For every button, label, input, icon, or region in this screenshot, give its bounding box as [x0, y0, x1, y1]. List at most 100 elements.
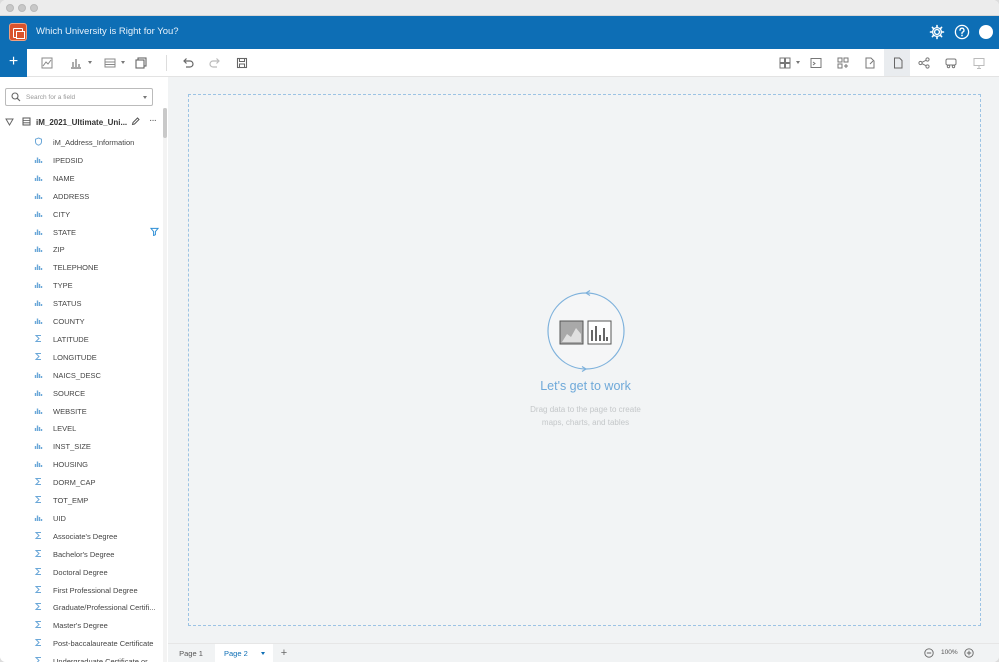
field-item[interactable]: LATITUDE	[0, 330, 163, 348]
field-item[interactable]: Bachelor's Degree	[0, 545, 163, 563]
field-label: Doctoral Degree	[53, 567, 108, 577]
expand-triangle-icon[interactable]	[5, 118, 14, 126]
field-item[interactable]: STATUS	[0, 294, 163, 312]
field-label: TELEPHONE	[53, 263, 99, 273]
field-item[interactable]: TELEPHONE	[0, 258, 163, 276]
console-icon[interactable]	[809, 56, 823, 70]
dataset-header[interactable]: iM_2021_Ultimate_Uni... ···	[0, 114, 163, 130]
zoom-in-icon[interactable]	[964, 648, 974, 658]
location-icon	[34, 137, 43, 146]
field-label: ADDRESS	[53, 191, 90, 201]
widgets-icon[interactable]	[836, 56, 850, 70]
string-icon	[34, 191, 43, 200]
field-item[interactable]: Graduate/Professional Certifi...	[0, 598, 163, 616]
field-label: Bachelor's Degree	[53, 549, 115, 559]
insights-logo-icon	[9, 23, 27, 41]
edit-pencil-icon[interactable]	[131, 117, 140, 126]
user-avatar[interactable]	[978, 24, 994, 40]
table-dropdown-caret-icon[interactable]	[121, 61, 125, 64]
field-item[interactable]: INST_SIZE	[0, 437, 163, 455]
field-item[interactable]: LEVEL	[0, 419, 163, 437]
window-close-button[interactable]	[6, 4, 14, 12]
field-item[interactable]: TYPE	[0, 276, 163, 294]
page-2-menu-caret-icon[interactable]	[261, 652, 265, 655]
field-label: CITY	[53, 209, 71, 219]
field-item[interactable]: LONGITUDE	[0, 348, 163, 366]
field-label: TOT_EMP	[53, 496, 89, 505]
field-label: IPEDSID	[53, 155, 84, 165]
redo-icon[interactable]	[208, 56, 222, 70]
field-item[interactable]: ADDRESS	[0, 187, 163, 205]
field-label: ZIP	[53, 245, 65, 255]
page-view-icon[interactable]	[891, 56, 905, 70]
undo-icon[interactable]	[181, 56, 195, 70]
scrollbar-thumb[interactable]	[163, 108, 167, 138]
create-chart-icon[interactable]	[69, 56, 83, 70]
field-item[interactable]: Doctoral Degree	[0, 563, 163, 581]
string-icon	[34, 298, 43, 307]
dataset-name: iM_2021_Ultimate_Uni...	[36, 118, 128, 127]
create-table-icon[interactable]	[103, 56, 117, 70]
field-item[interactable]: DORM_CAP	[0, 473, 163, 491]
number-icon	[34, 352, 43, 361]
field-item[interactable]: Master's Degree	[0, 616, 163, 634]
tab-page-2[interactable]: Page 2	[215, 644, 273, 662]
field-item[interactable]: SOURCE	[0, 384, 163, 402]
app-window: Which University is Right for You? + Sea…	[0, 0, 999, 662]
window-titlebar	[0, 0, 999, 16]
number-icon	[34, 549, 43, 558]
field-item[interactable]: WEBSITE	[0, 402, 163, 420]
field-item[interactable]: UID	[0, 509, 163, 527]
field-item[interactable]: First Professional Degree	[0, 581, 163, 599]
field-search-input[interactable]: Search for a field	[5, 88, 153, 106]
share-icon[interactable]	[917, 56, 931, 70]
export-page-icon[interactable]	[863, 56, 877, 70]
field-label: Master's Degree	[53, 621, 108, 631]
field-item[interactable]: COUNTY	[0, 312, 163, 330]
field-label: INST_SIZE	[53, 442, 91, 452]
layout-dropdown-caret-icon[interactable]	[796, 61, 800, 64]
number-icon	[34, 585, 43, 594]
field-item[interactable]: Post-baccalaureate Certificate	[0, 634, 163, 652]
tab-page-1[interactable]: Page 1	[168, 644, 214, 662]
help-icon[interactable]	[954, 24, 970, 40]
settings-gear-icon[interactable]	[929, 24, 945, 40]
save-icon[interactable]	[235, 56, 249, 70]
chart-dropdown-caret-icon[interactable]	[88, 61, 92, 64]
add-page-button[interactable]: +	[274, 644, 294, 662]
filter-icon[interactable]	[149, 227, 160, 238]
number-icon	[34, 656, 43, 662]
field-item[interactable]: Undergraduate Certificate or...	[0, 652, 163, 662]
app-header: Which University is Right for You?	[0, 16, 999, 49]
field-item[interactable]: ZIP	[0, 240, 163, 258]
field-label: Graduate/Professional Certifi...	[53, 603, 156, 613]
field-item[interactable]: NAME	[0, 169, 163, 187]
window-minimize-button[interactable]	[18, 4, 26, 12]
field-item[interactable]: iM_Address_Information	[0, 133, 163, 151]
window-maximize-button[interactable]	[30, 4, 38, 12]
zoom-out-icon[interactable]	[924, 648, 934, 658]
field-label: TYPE	[53, 281, 73, 291]
empty-state-description: Drag data to the page to create maps, ch…	[189, 403, 982, 429]
data-pane: Search for a field iM_2021_Ultimate_Uni.…	[0, 77, 168, 662]
field-item[interactable]: Associate's Degree	[0, 527, 163, 545]
presentation-icon[interactable]	[972, 56, 986, 70]
main-toolbar: +	[0, 49, 999, 77]
search-dropdown-caret-icon[interactable]	[143, 96, 147, 99]
empty-drop-zone[interactable]: Let's get to work Drag data to the page …	[188, 94, 981, 626]
field-item[interactable]: STATE	[0, 223, 163, 241]
field-item[interactable]: CITY	[0, 205, 163, 223]
number-icon	[34, 495, 43, 504]
add-data-button[interactable]: +	[0, 49, 27, 77]
field-item[interactable]: IPEDSID	[0, 151, 163, 169]
string-icon	[34, 459, 43, 468]
model-icon[interactable]	[944, 56, 958, 70]
data-pane-scrollbar[interactable]	[163, 108, 167, 662]
add-card-icon[interactable]	[134, 56, 148, 70]
layout-grid-icon[interactable]	[778, 56, 792, 70]
field-item[interactable]: NAICS_DESC	[0, 366, 163, 384]
field-item[interactable]: HOUSING	[0, 455, 163, 473]
field-item[interactable]: TOT_EMP	[0, 491, 163, 509]
more-options-icon[interactable]: ···	[149, 115, 157, 126]
create-map-icon[interactable]	[40, 56, 54, 70]
